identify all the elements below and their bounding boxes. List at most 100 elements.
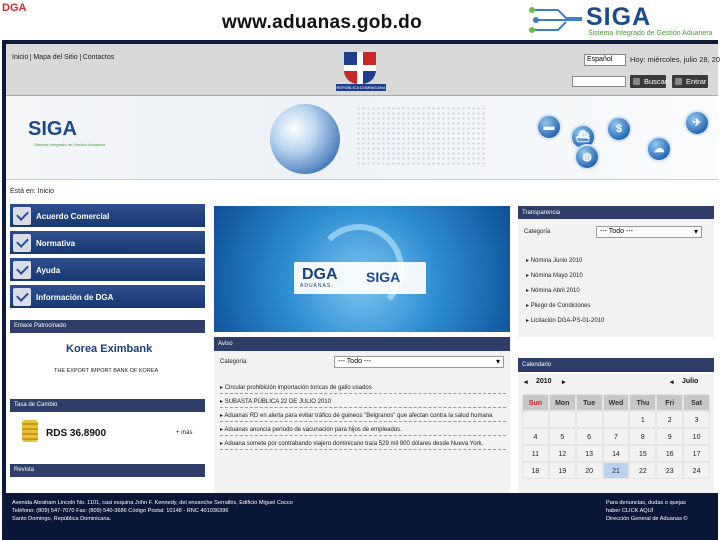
transparencia-item[interactable]: Pliego de Condiciones bbox=[526, 302, 591, 309]
calendar-dow: Fri bbox=[656, 394, 684, 411]
calendar-day[interactable]: 8 bbox=[629, 428, 657, 445]
transparencia-item[interactable]: Nómina Junio 2010 bbox=[526, 257, 583, 264]
sidebar-item-normativa[interactable]: Normativa bbox=[10, 231, 205, 256]
check-icon bbox=[13, 261, 31, 279]
check-icon bbox=[13, 207, 31, 225]
calendar-day[interactable]: 7 bbox=[602, 428, 630, 445]
aviso-item[interactable]: Aduana somete por contrabando viajero do… bbox=[220, 439, 506, 450]
content-area: Está en: Inicio Acuerdo Comercial Normat… bbox=[6, 180, 718, 493]
tasa-cambio-header: Tasa de Cambio bbox=[10, 399, 205, 412]
calendar-day[interactable]: 24 bbox=[683, 462, 710, 479]
exchange-rate-value: RDS 36.8900 bbox=[46, 428, 107, 439]
search-input[interactable] bbox=[572, 76, 626, 87]
link-mapa-sitio[interactable]: Mapa del Sitio bbox=[31, 54, 81, 61]
calendar-day bbox=[602, 411, 630, 428]
url-title: www.aduanas.gob.do bbox=[222, 12, 422, 33]
footer-city-line: Santo Domingo, República Dominicana. bbox=[12, 516, 112, 522]
calendar-day[interactable]: 20 bbox=[575, 462, 603, 479]
calendar-day[interactable]: 23 bbox=[656, 462, 684, 479]
korea-eximbank-logo[interactable]: Korea Eximbank bbox=[66, 343, 152, 355]
globe-small-icon[interactable]: ◍ bbox=[574, 144, 600, 170]
calendar-day[interactable]: 2 bbox=[656, 411, 684, 428]
footer-phone-line: Teléfono: (809) 547-7070 Fax: (809) 540-… bbox=[12, 508, 229, 514]
transp-categoria-label: Categoría bbox=[524, 229, 551, 235]
sidebar-item-informacion-dga[interactable]: Información de DGA bbox=[10, 285, 205, 310]
footer-denuncias: Para denuncias, dudas o quejas bbox=[606, 500, 686, 506]
date-text: Hoy: miércoles, julio 28, 2010 bbox=[630, 55, 720, 64]
link-inicio[interactable]: Inicio bbox=[10, 54, 32, 61]
calendar-dow: Sat bbox=[683, 394, 710, 411]
transparencia-item[interactable]: Nómina Mayo 2010 bbox=[526, 272, 583, 279]
aviso-item[interactable]: Aduanas RD en alerta para evitar tráfico… bbox=[220, 411, 506, 422]
aviso-header: Aviso bbox=[214, 337, 510, 351]
siga-tagline: Sistema Integrado de Gestión Aduanera bbox=[588, 30, 713, 37]
slide-header: DGA www.aduanas.gob.do SIGA Sistema Inte… bbox=[0, 0, 720, 40]
coat-caption: REPÚBLICA DOMINICANA bbox=[336, 84, 386, 91]
calendar-day[interactable]: 5 bbox=[548, 428, 576, 445]
calendar-day[interactable]: 4 bbox=[522, 428, 549, 445]
transp-categoria-select[interactable]: --- Todo --- bbox=[596, 226, 702, 238]
aviso-item[interactable]: Circular prohibición importación toncas … bbox=[220, 383, 506, 394]
entrar-button[interactable]: Entrar bbox=[672, 75, 708, 88]
aviso-item[interactable]: SUBASTA PÚBLICA 22 DE JULIO 2010 bbox=[220, 397, 506, 408]
buscar-button[interactable]: Buscar bbox=[630, 75, 667, 88]
calendar-day[interactable]: 14 bbox=[602, 445, 630, 462]
sidebar-item-label: Acuerdo Comercial bbox=[36, 212, 110, 221]
calendar-day[interactable]: 10 bbox=[683, 428, 710, 445]
sidebar-item-label: Normativa bbox=[36, 239, 76, 248]
calendar-day[interactable]: 22 bbox=[629, 462, 657, 479]
truck-icon[interactable]: ▬ bbox=[536, 114, 562, 140]
sidebar-item-acuerdo-comercial[interactable]: Acuerdo Comercial bbox=[10, 204, 205, 229]
footer-address-line: Avenida Abraham Lincoln No. 1101, casi e… bbox=[12, 500, 293, 506]
footer-click-aqui-link[interactable]: haber CLICK AQUÍ bbox=[606, 507, 688, 515]
header-banner: SIGA Sistema Integrado de Gestión Aduane… bbox=[6, 96, 718, 180]
aviso-item[interactable]: Aduanas anuncia período de vacunación pa… bbox=[220, 425, 506, 436]
calendar-day[interactable]: 3 bbox=[683, 411, 710, 428]
calendar-day[interactable]: 6 bbox=[575, 428, 603, 445]
siga-top-logo: SIGA Sistema Integrado de Gestión Aduane… bbox=[528, 0, 718, 40]
plane-icon[interactable]: ✈ bbox=[684, 110, 710, 136]
dga-mini-logo: DGA bbox=[2, 2, 27, 14]
calendar-day[interactable]: 16 bbox=[656, 445, 684, 462]
calendar-day[interactable]: 9 bbox=[656, 428, 684, 445]
calendar-dow: Thu bbox=[629, 394, 657, 411]
calendario-header: Calendario bbox=[518, 358, 714, 372]
calendar-day[interactable]: 18 bbox=[522, 462, 549, 479]
next-year-button[interactable]: ▸ bbox=[562, 378, 566, 386]
check-icon bbox=[13, 234, 31, 252]
calendar-year: 2010 bbox=[536, 378, 552, 385]
calendar-day[interactable]: 19 bbox=[548, 462, 576, 479]
aduanas-text: ADUANAS bbox=[300, 283, 332, 289]
banner-siga-sub: Sistema Integrado de Gestión Aduanera bbox=[34, 142, 106, 147]
coins-icon bbox=[22, 420, 38, 442]
calendar-day bbox=[522, 411, 549, 428]
calendar-day[interactable]: 21 bbox=[602, 462, 630, 479]
calendar-day[interactable]: 1 bbox=[629, 411, 657, 428]
calendar-day[interactable]: 17 bbox=[683, 445, 710, 462]
calendar-day[interactable]: 12 bbox=[548, 445, 576, 462]
breadcrumb: Está en: Inicio bbox=[10, 188, 54, 195]
coat-of-arms: REPÚBLICA DOMINICANA bbox=[306, 48, 416, 92]
sidebar-item-ayuda[interactable]: Ayuda bbox=[10, 258, 205, 283]
calendar-day[interactable]: 11 bbox=[522, 445, 549, 462]
center-banner-logos: DGA ADUANAS SIGA bbox=[294, 262, 426, 294]
more-link[interactable]: + más bbox=[176, 430, 193, 436]
korea-eximbank-sub: THE EXPORT IMPORT BANK OF KOREA bbox=[54, 368, 159, 374]
calendar-dow: Tue bbox=[575, 394, 603, 411]
language-select[interactable]: Español bbox=[584, 54, 626, 66]
dollar-icon[interactable]: $ bbox=[606, 116, 632, 142]
prev-month-button[interactable]: ◂ bbox=[670, 378, 674, 386]
transparencia-panel: Categoría --- Todo --- Nómina Junio 2010… bbox=[518, 219, 714, 337]
calendar-day[interactable]: 13 bbox=[575, 445, 603, 462]
link-contactos[interactable]: Contactos bbox=[81, 54, 117, 61]
center-banner[interactable]: DGA ADUANAS SIGA bbox=[214, 206, 510, 332]
top-links: Inicio Mapa del Sitio Contactos bbox=[10, 54, 116, 61]
transparencia-item[interactable]: Licitación DGA-PS-01-2010 bbox=[526, 317, 605, 324]
cloud-icon[interactable]: ☁ bbox=[646, 136, 672, 162]
prev-year-button[interactable]: ◂ bbox=[524, 378, 528, 386]
shield-icon bbox=[344, 52, 376, 84]
transparencia-item[interactable]: Nómina Abril 2010 bbox=[526, 287, 580, 294]
calendar-day[interactable]: 15 bbox=[629, 445, 657, 462]
aviso-categoria-select[interactable]: --- Todo --- bbox=[334, 356, 504, 368]
sidebar-item-label: Ayuda bbox=[36, 266, 61, 275]
